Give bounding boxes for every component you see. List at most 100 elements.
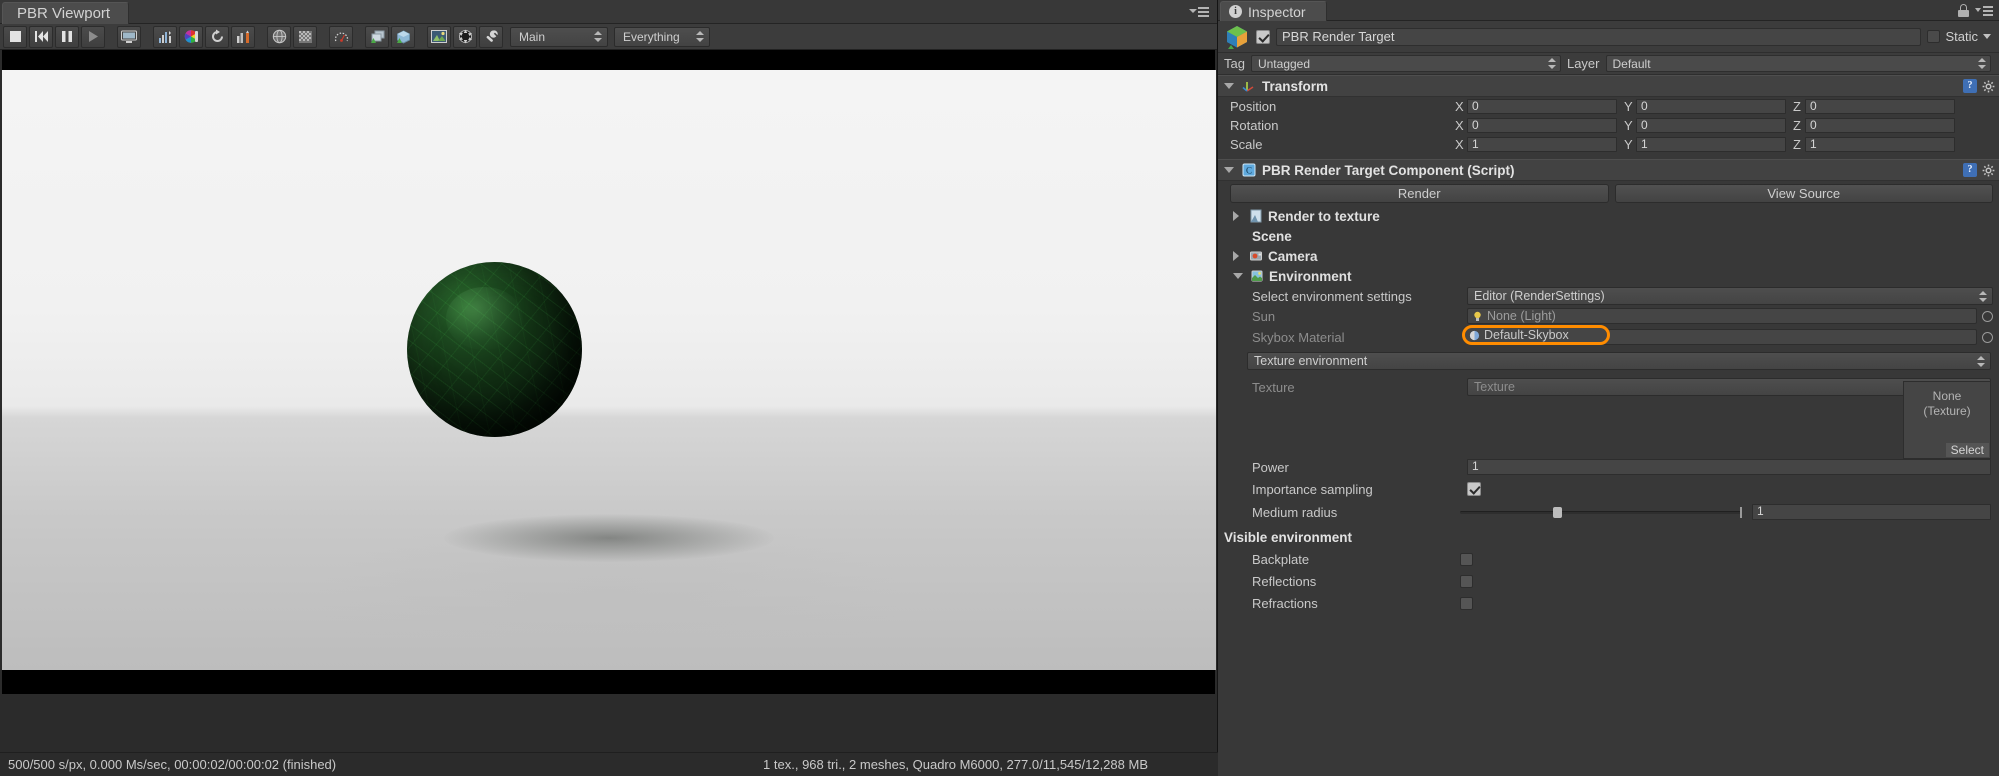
gear-icon[interactable] bbox=[1982, 80, 1995, 93]
sphere-button[interactable] bbox=[267, 25, 291, 48]
rotation-z-field[interactable]: 0 bbox=[1805, 118, 1955, 133]
refresh-button[interactable] bbox=[205, 25, 229, 48]
refractions-checkbox[interactable] bbox=[1460, 596, 1473, 610]
view-source-button[interactable]: View Source bbox=[1614, 184, 1993, 203]
contact-shadow bbox=[444, 514, 774, 562]
scale-label: Scale bbox=[1230, 137, 1263, 152]
pbr-component-foldout-icon[interactable] bbox=[1224, 167, 1234, 173]
power-field[interactable]: 1 bbox=[1467, 459, 1991, 475]
texture-value: Texture bbox=[1474, 380, 1515, 394]
slider-knob[interactable] bbox=[1553, 506, 1563, 518]
layer-select[interactable]: Default bbox=[1605, 55, 1991, 72]
transform-axis-icon bbox=[1242, 79, 1256, 93]
chevron-updown-icon bbox=[1977, 355, 1986, 368]
component-action-buttons: Render View Source bbox=[1218, 181, 1999, 203]
select-env-settings-row: Select environment settings Editor (Rend… bbox=[1218, 286, 1999, 306]
medium-radius-field[interactable]: 1 bbox=[1752, 504, 1991, 520]
axis-y-label: Y bbox=[1624, 99, 1633, 114]
importance-sampling-checkbox[interactable] bbox=[1467, 482, 1481, 496]
tab-inspector[interactable]: i Inspector bbox=[1220, 1, 1327, 21]
levels-button[interactable] bbox=[231, 25, 255, 48]
texture-preview-box[interactable]: None (Texture) Select bbox=[1903, 381, 1991, 459]
transform-component-header[interactable]: Transform ? bbox=[1218, 75, 1999, 97]
visible-environment-section: Visible environment Backplate Reflection… bbox=[1218, 530, 1999, 614]
skybox-object-field-highlighted[interactable]: Default-Skybox bbox=[1462, 325, 1610, 345]
render-to-texture-foldout-icon[interactable] bbox=[1233, 211, 1242, 221]
position-y-field[interactable]: 0 bbox=[1636, 99, 1786, 114]
axis-z-label: Z bbox=[1793, 137, 1801, 152]
camera-select[interactable]: Main bbox=[510, 26, 608, 47]
wrench-button[interactable] bbox=[479, 25, 503, 48]
aperture-icon bbox=[458, 29, 472, 44]
render-button[interactable]: Render bbox=[1230, 184, 1609, 203]
sun-object-field[interactable]: None (Light) bbox=[1467, 308, 1977, 324]
render-viewport[interactable] bbox=[2, 50, 1216, 694]
skybox-picker-button[interactable] bbox=[1982, 331, 1993, 343]
layer-filter-select[interactable]: Everything bbox=[614, 26, 710, 47]
panel-menu-icon[interactable] bbox=[1189, 5, 1209, 19]
select-env-settings-dropdown[interactable]: Editor (RenderSettings) bbox=[1467, 287, 1993, 305]
gameobject-name-field[interactable]: PBR Render Target bbox=[1276, 27, 1922, 46]
texture-select-button[interactable]: Select bbox=[1945, 443, 1989, 457]
camera-foldout-icon[interactable] bbox=[1233, 251, 1242, 261]
help-icon[interactable]: ? bbox=[1963, 79, 1977, 93]
tab-pbr-viewport[interactable]: PBR Viewport bbox=[2, 2, 130, 24]
layers-button[interactable] bbox=[365, 25, 389, 48]
medium-radius-label: Medium radius bbox=[1252, 504, 1338, 520]
reflections-checkbox[interactable] bbox=[1460, 574, 1473, 588]
sphere-specular-highlight bbox=[445, 286, 523, 350]
cube-button[interactable] bbox=[391, 25, 415, 48]
texture-environment-dropdown[interactable]: Texture environment bbox=[1247, 352, 1991, 370]
color-wheel-button[interactable] bbox=[179, 25, 203, 48]
backplate-checkbox[interactable] bbox=[1460, 552, 1473, 566]
render-to-texture-foldout[interactable]: Render to texture bbox=[1218, 206, 1999, 226]
tab-inspector-label: Inspector bbox=[1248, 3, 1306, 20]
chevron-updown-icon bbox=[1547, 57, 1557, 70]
viewport-tabbar: PBR Viewport bbox=[0, 0, 1217, 24]
rotation-y-field[interactable]: 0 bbox=[1636, 118, 1786, 133]
chevron-down-icon[interactable] bbox=[1983, 34, 1991, 39]
image-button[interactable] bbox=[427, 25, 451, 48]
power-row: Power 1 bbox=[1218, 456, 1999, 478]
sun-row: Sun None (Light) bbox=[1218, 306, 1999, 326]
rotation-x-field[interactable]: 0 bbox=[1467, 118, 1617, 133]
position-z-field[interactable]: 0 bbox=[1805, 99, 1955, 114]
help-icon[interactable]: ? bbox=[1963, 163, 1977, 177]
position-x-field[interactable]: 0 bbox=[1467, 99, 1617, 114]
texture-environment-row: Texture environment bbox=[1218, 348, 1999, 370]
sun-picker-button[interactable] bbox=[1982, 310, 1993, 322]
slider-track[interactable] bbox=[1460, 510, 1742, 514]
environment-foldout-icon[interactable] bbox=[1233, 273, 1243, 279]
axis-y-label: Y bbox=[1624, 118, 1633, 133]
aperture-button[interactable] bbox=[453, 25, 477, 48]
pbr-component-header[interactable]: C PBR Render Target Component (Script) ? bbox=[1218, 159, 1999, 181]
environment-foldout[interactable]: Environment bbox=[1218, 266, 1999, 286]
gauge-button[interactable] bbox=[329, 25, 353, 48]
editor-window: PBR Viewport Main Everything 500/500 s/p… bbox=[0, 0, 1999, 776]
transform-foldout-icon[interactable] bbox=[1224, 83, 1234, 89]
checker-button[interactable] bbox=[293, 25, 317, 48]
histogram-button[interactable] bbox=[153, 25, 177, 48]
render-to-texture-label: Render to texture bbox=[1268, 208, 1380, 224]
scale-x-field[interactable]: 1 bbox=[1467, 137, 1617, 152]
screen-button[interactable] bbox=[117, 25, 141, 48]
backplate-label: Backplate bbox=[1252, 551, 1310, 567]
gameobject-enabled-checkbox[interactable] bbox=[1256, 29, 1270, 44]
scale-z-field[interactable]: 1 bbox=[1805, 137, 1955, 152]
transform-tools: ? bbox=[1963, 79, 1995, 93]
svg-text:C: C bbox=[1246, 166, 1252, 176]
play-button[interactable] bbox=[81, 25, 105, 48]
pause-button[interactable] bbox=[55, 25, 79, 48]
stop-button[interactable] bbox=[3, 25, 27, 48]
static-checkbox[interactable] bbox=[1927, 30, 1941, 43]
medium-radius-slider[interactable] bbox=[1460, 506, 1742, 518]
rewind-button[interactable] bbox=[29, 25, 53, 48]
lock-icon[interactable] bbox=[1958, 4, 1969, 17]
sphere-icon bbox=[272, 29, 286, 44]
texture-row: Texture Texture bbox=[1218, 376, 1999, 398]
scale-y-field[interactable]: 1 bbox=[1636, 137, 1786, 152]
gear-icon[interactable] bbox=[1982, 164, 1995, 177]
camera-foldout[interactable]: Camera bbox=[1218, 246, 1999, 266]
inspector-menu-icon[interactable] bbox=[1975, 5, 1993, 16]
tag-select[interactable]: Untagged bbox=[1250, 55, 1561, 72]
